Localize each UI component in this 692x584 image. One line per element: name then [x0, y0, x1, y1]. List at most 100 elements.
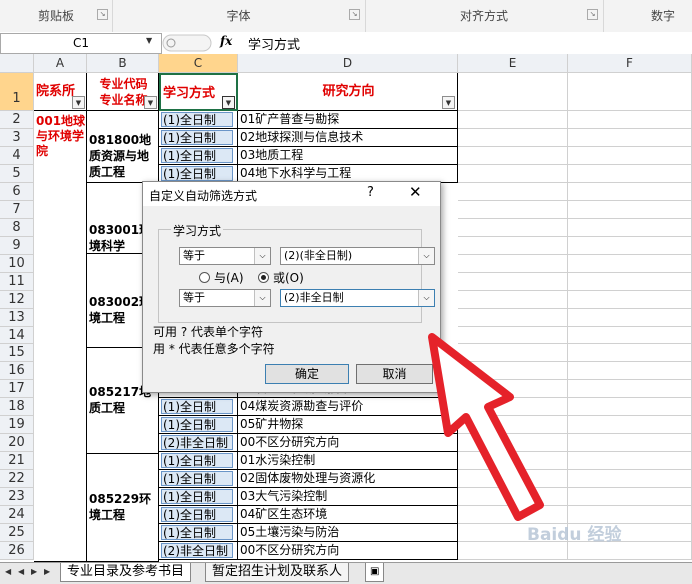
row-header[interactable]: 22: [0, 470, 34, 488]
row-header[interactable]: 21: [0, 452, 34, 470]
empty-cell[interactable]: [568, 111, 692, 129]
study-mode-cell[interactable]: (1)全日制: [159, 506, 238, 524]
row-header[interactable]: 3: [0, 129, 34, 147]
empty-cell[interactable]: [458, 273, 568, 291]
chevron-down-icon[interactable]: ⌵: [254, 290, 270, 306]
empty-cell[interactable]: [568, 380, 692, 398]
college-cell[interactable]: 001地球与环境学院: [34, 111, 87, 562]
formula-expand-handle[interactable]: [162, 34, 212, 52]
empty-cell[interactable]: [568, 344, 692, 362]
study-mode-cell[interactable]: (1)全日制: [159, 111, 238, 129]
row-header[interactable]: 16: [0, 362, 34, 380]
empty-cell[interactable]: [568, 183, 692, 201]
empty-cell[interactable]: [568, 165, 692, 183]
radio-and[interactable]: [199, 272, 210, 283]
radio-or-label[interactable]: 或(O): [273, 269, 304, 286]
value-combo-1[interactable]: (2)(非全日制) ⌵: [280, 247, 435, 265]
operator-select-2[interactable]: 等于 ⌵: [179, 289, 271, 307]
next-sheet-icon[interactable]: ▶: [31, 567, 37, 576]
first-sheet-icon[interactable]: ◀: [5, 567, 11, 576]
empty-cell[interactable]: [458, 129, 568, 147]
filter-dropdown-icon[interactable]: ▼: [144, 96, 157, 109]
empty-cell[interactable]: [568, 219, 692, 237]
name-box[interactable]: C1: [0, 33, 162, 54]
row-header[interactable]: 25: [0, 524, 34, 542]
row-header[interactable]: 5: [0, 165, 34, 183]
row-header[interactable]: 15: [0, 344, 34, 362]
empty-cell[interactable]: [568, 129, 692, 147]
empty-cell[interactable]: [458, 291, 568, 309]
column-header-e[interactable]: E: [458, 54, 568, 73]
column-header-d[interactable]: D: [238, 54, 458, 73]
row-header[interactable]: 19: [0, 416, 34, 434]
empty-cell[interactable]: [458, 237, 568, 255]
empty-cell[interactable]: [568, 201, 692, 219]
direction-cell[interactable]: 01矿产普查与勘探: [238, 111, 458, 129]
chevron-down-icon[interactable]: ⌵: [254, 248, 270, 264]
dialog-launcher-icon[interactable]: ↘: [349, 9, 360, 20]
operator-select-1[interactable]: 等于 ⌵: [179, 247, 271, 265]
study-mode-cell[interactable]: (1)全日制: [159, 398, 238, 416]
empty-cell[interactable]: [458, 255, 568, 273]
row-header[interactable]: 20: [0, 434, 34, 452]
direction-cell[interactable]: 00不区分研究方向: [238, 542, 458, 560]
formula-input[interactable]: 学习方式: [248, 34, 300, 53]
column-header-c[interactable]: C: [159, 54, 238, 73]
close-icon[interactable]: ✕: [409, 183, 422, 201]
study-mode-cell[interactable]: (1)全日制: [159, 452, 238, 470]
row-header[interactable]: 6: [0, 183, 34, 201]
row-header[interactable]: 17: [0, 380, 34, 398]
empty-cell[interactable]: [568, 488, 692, 506]
row-header[interactable]: 18: [0, 398, 34, 416]
row-header[interactable]: 10: [0, 255, 34, 273]
empty-cell[interactable]: [458, 73, 568, 111]
empty-cell[interactable]: [458, 165, 568, 183]
row-header[interactable]: 2: [0, 111, 34, 129]
empty-cell[interactable]: [568, 470, 692, 488]
study-mode-cell[interactable]: (1)全日制: [159, 470, 238, 488]
tab-course-catalog[interactable]: 专业目录及参考书目: [60, 563, 192, 582]
row-header[interactable]: 26: [0, 542, 34, 560]
empty-cell[interactable]: [458, 201, 568, 219]
column-header-a[interactable]: A: [34, 54, 87, 73]
row-header[interactable]: 8: [0, 219, 34, 237]
empty-cell[interactable]: [568, 291, 692, 309]
ok-button[interactable]: 确定: [265, 364, 349, 384]
direction-cell[interactable]: 02地球探测与信息技术: [238, 129, 458, 147]
last-sheet-icon[interactable]: ▶: [44, 567, 50, 576]
row-header[interactable]: 4: [0, 147, 34, 165]
row-header[interactable]: 13: [0, 309, 34, 327]
study-mode-cell[interactable]: (1)全日制: [159, 129, 238, 147]
new-sheet-icon[interactable]: ▣: [365, 563, 385, 582]
empty-cell[interactable]: [568, 73, 692, 111]
row-header[interactable]: 11: [0, 273, 34, 291]
select-all-corner[interactable]: [0, 54, 34, 73]
fx-icon[interactable]: fx: [220, 34, 232, 48]
help-icon[interactable]: ?: [367, 185, 374, 200]
row-header[interactable]: 23: [0, 488, 34, 506]
dialog-launcher-icon[interactable]: ↘: [97, 9, 108, 20]
empty-cell[interactable]: [568, 309, 692, 327]
empty-cell[interactable]: [568, 327, 692, 344]
value-combo-2[interactable]: (2)非全日制 ⌵: [280, 289, 435, 307]
tab-enrollment-plan[interactable]: 暂定招生计划及联系人: [205, 563, 350, 582]
empty-cell[interactable]: [568, 416, 692, 434]
row-header[interactable]: 7: [0, 201, 34, 219]
filter-active-icon[interactable]: ▼: [222, 96, 235, 109]
empty-cell[interactable]: [568, 237, 692, 255]
header-cell-direction[interactable]: 研究方向: [238, 73, 458, 111]
dialog-launcher-icon[interactable]: ↘: [587, 9, 598, 20]
prev-sheet-icon[interactable]: ◀: [18, 567, 24, 576]
row-header[interactable]: 24: [0, 506, 34, 524]
radio-or[interactable]: [258, 272, 269, 283]
empty-cell[interactable]: [568, 398, 692, 416]
empty-cell[interactable]: [568, 452, 692, 470]
empty-cell[interactable]: [458, 183, 568, 201]
empty-cell[interactable]: [458, 111, 568, 129]
study-mode-cell[interactable]: (1)全日制: [159, 488, 238, 506]
study-mode-cell[interactable]: (1)全日制: [159, 147, 238, 165]
row-header[interactable]: 9: [0, 237, 34, 255]
filter-dropdown-icon[interactable]: ▼: [72, 96, 85, 109]
chevron-down-icon[interactable]: ⌵: [418, 248, 434, 264]
radio-and-label[interactable]: 与(A): [214, 269, 244, 286]
